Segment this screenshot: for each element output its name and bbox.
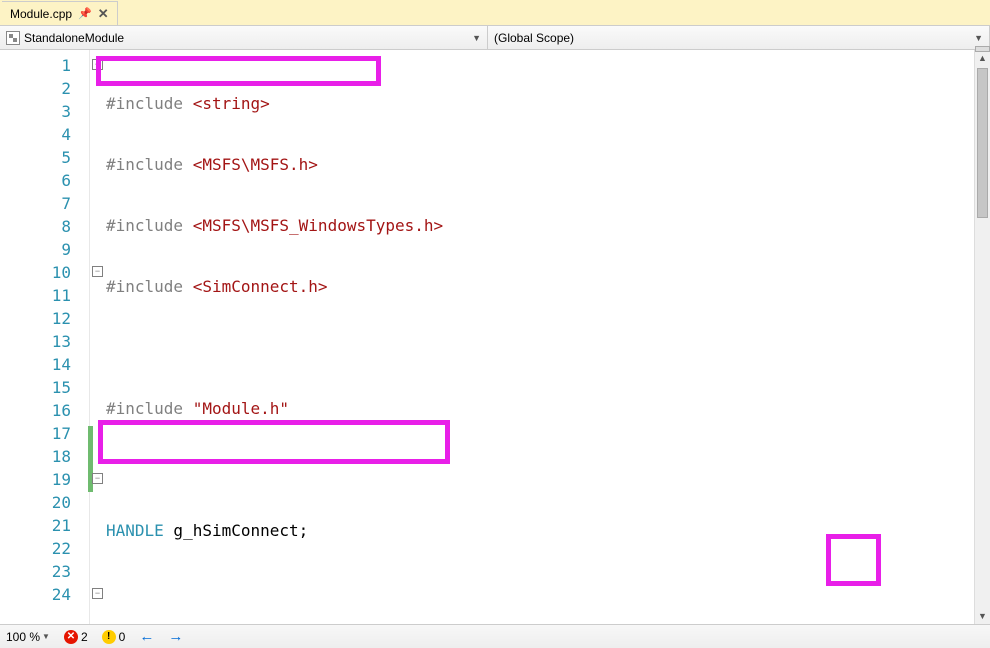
code-line: #include <string>: [106, 92, 990, 115]
line-number: 12: [0, 307, 89, 330]
line-number: 10: [0, 261, 89, 284]
error-count[interactable]: ✕ 2: [64, 630, 88, 644]
fold-toggle[interactable]: −: [92, 59, 103, 70]
line-number: 4: [0, 123, 89, 146]
navigation-dropdown-bar: StandaloneModule ▼ (Global Scope) ▼: [0, 26, 990, 50]
line-number: 22: [0, 537, 89, 560]
fold-column: − − − −: [90, 50, 106, 624]
tab-bar: Module.cpp 📌 ✕: [0, 0, 990, 26]
line-number: 3: [0, 100, 89, 123]
chevron-down-icon: ▼: [472, 33, 481, 43]
scroll-down-icon[interactable]: ▼: [975, 608, 990, 624]
line-number: 7: [0, 192, 89, 215]
scroll-up-icon[interactable]: ▲: [975, 50, 990, 66]
zoom-control[interactable]: 100 % ▼: [6, 630, 50, 644]
code-line: #include <MSFS\MSFS_WindowsTypes.h>: [106, 214, 990, 237]
line-number: 13: [0, 330, 89, 353]
line-number: 19: [0, 468, 89, 491]
scrollbar-thumb[interactable]: [977, 68, 988, 218]
code-line: #include <MSFS\MSFS.h>: [106, 153, 990, 176]
line-number: 17: [0, 422, 89, 445]
code-line: [106, 336, 990, 359]
line-number: 6: [0, 169, 89, 192]
line-number: 24: [0, 583, 89, 606]
line-number: 15: [0, 376, 89, 399]
line-number: 23: [0, 560, 89, 583]
fold-toggle[interactable]: −: [92, 266, 103, 277]
code-line: [106, 580, 990, 603]
line-number: 18: [0, 445, 89, 468]
error-number: 2: [81, 630, 88, 644]
scope-dropdown[interactable]: (Global Scope) ▼: [488, 26, 990, 49]
scope-label: (Global Scope): [494, 31, 574, 45]
line-number: 16: [0, 399, 89, 422]
line-number: 21: [0, 514, 89, 537]
fold-toggle[interactable]: −: [92, 588, 103, 599]
error-icon: ✕: [64, 630, 78, 644]
line-number: 11: [0, 284, 89, 307]
warning-count[interactable]: ! 0: [102, 630, 126, 644]
nav-prev-icon[interactable]: ←: [139, 628, 154, 645]
code-line: HANDLE g_hSimConnect;: [106, 519, 990, 542]
status-bar: 100 % ▼ ✕ 2 ! 0 ← →: [0, 624, 990, 648]
code-content[interactable]: #include <string> #include <MSFS\MSFS.h>…: [106, 50, 990, 624]
nav-next-icon[interactable]: →: [168, 628, 183, 645]
code-line: #include "Module.h": [106, 397, 990, 420]
warning-icon: !: [102, 630, 116, 644]
chevron-down-icon: ▼: [974, 33, 983, 43]
chevron-down-icon: ▼: [42, 632, 50, 641]
code-line: #include <SimConnect.h>: [106, 275, 990, 298]
project-dropdown[interactable]: StandaloneModule ▼: [0, 26, 488, 49]
line-number: 20: [0, 491, 89, 514]
line-number: 1: [0, 54, 89, 77]
line-number: 9: [0, 238, 89, 261]
fold-toggle[interactable]: −: [92, 473, 103, 484]
project-label: StandaloneModule: [24, 31, 124, 45]
line-number: 5: [0, 146, 89, 169]
warning-number: 0: [119, 630, 126, 644]
project-icon: [6, 31, 20, 45]
code-line: [106, 458, 990, 481]
code-editor[interactable]: 1 2 3 4 5 6 7 8 9 10 11 12 13 14 15 16 1…: [0, 50, 990, 624]
tab-module-cpp[interactable]: Module.cpp 📌 ✕: [2, 1, 118, 25]
vertical-scrollbar[interactable]: ▲ ▼: [974, 50, 990, 624]
close-icon[interactable]: ✕: [98, 6, 109, 22]
line-number: 14: [0, 353, 89, 376]
pin-icon[interactable]: 📌: [78, 7, 92, 20]
line-number-gutter: 1 2 3 4 5 6 7 8 9 10 11 12 13 14 15 16 1…: [0, 50, 90, 624]
line-number: 2: [0, 77, 89, 100]
tab-title: Module.cpp: [10, 7, 72, 21]
line-number: 8: [0, 215, 89, 238]
zoom-value: 100 %: [6, 630, 40, 644]
